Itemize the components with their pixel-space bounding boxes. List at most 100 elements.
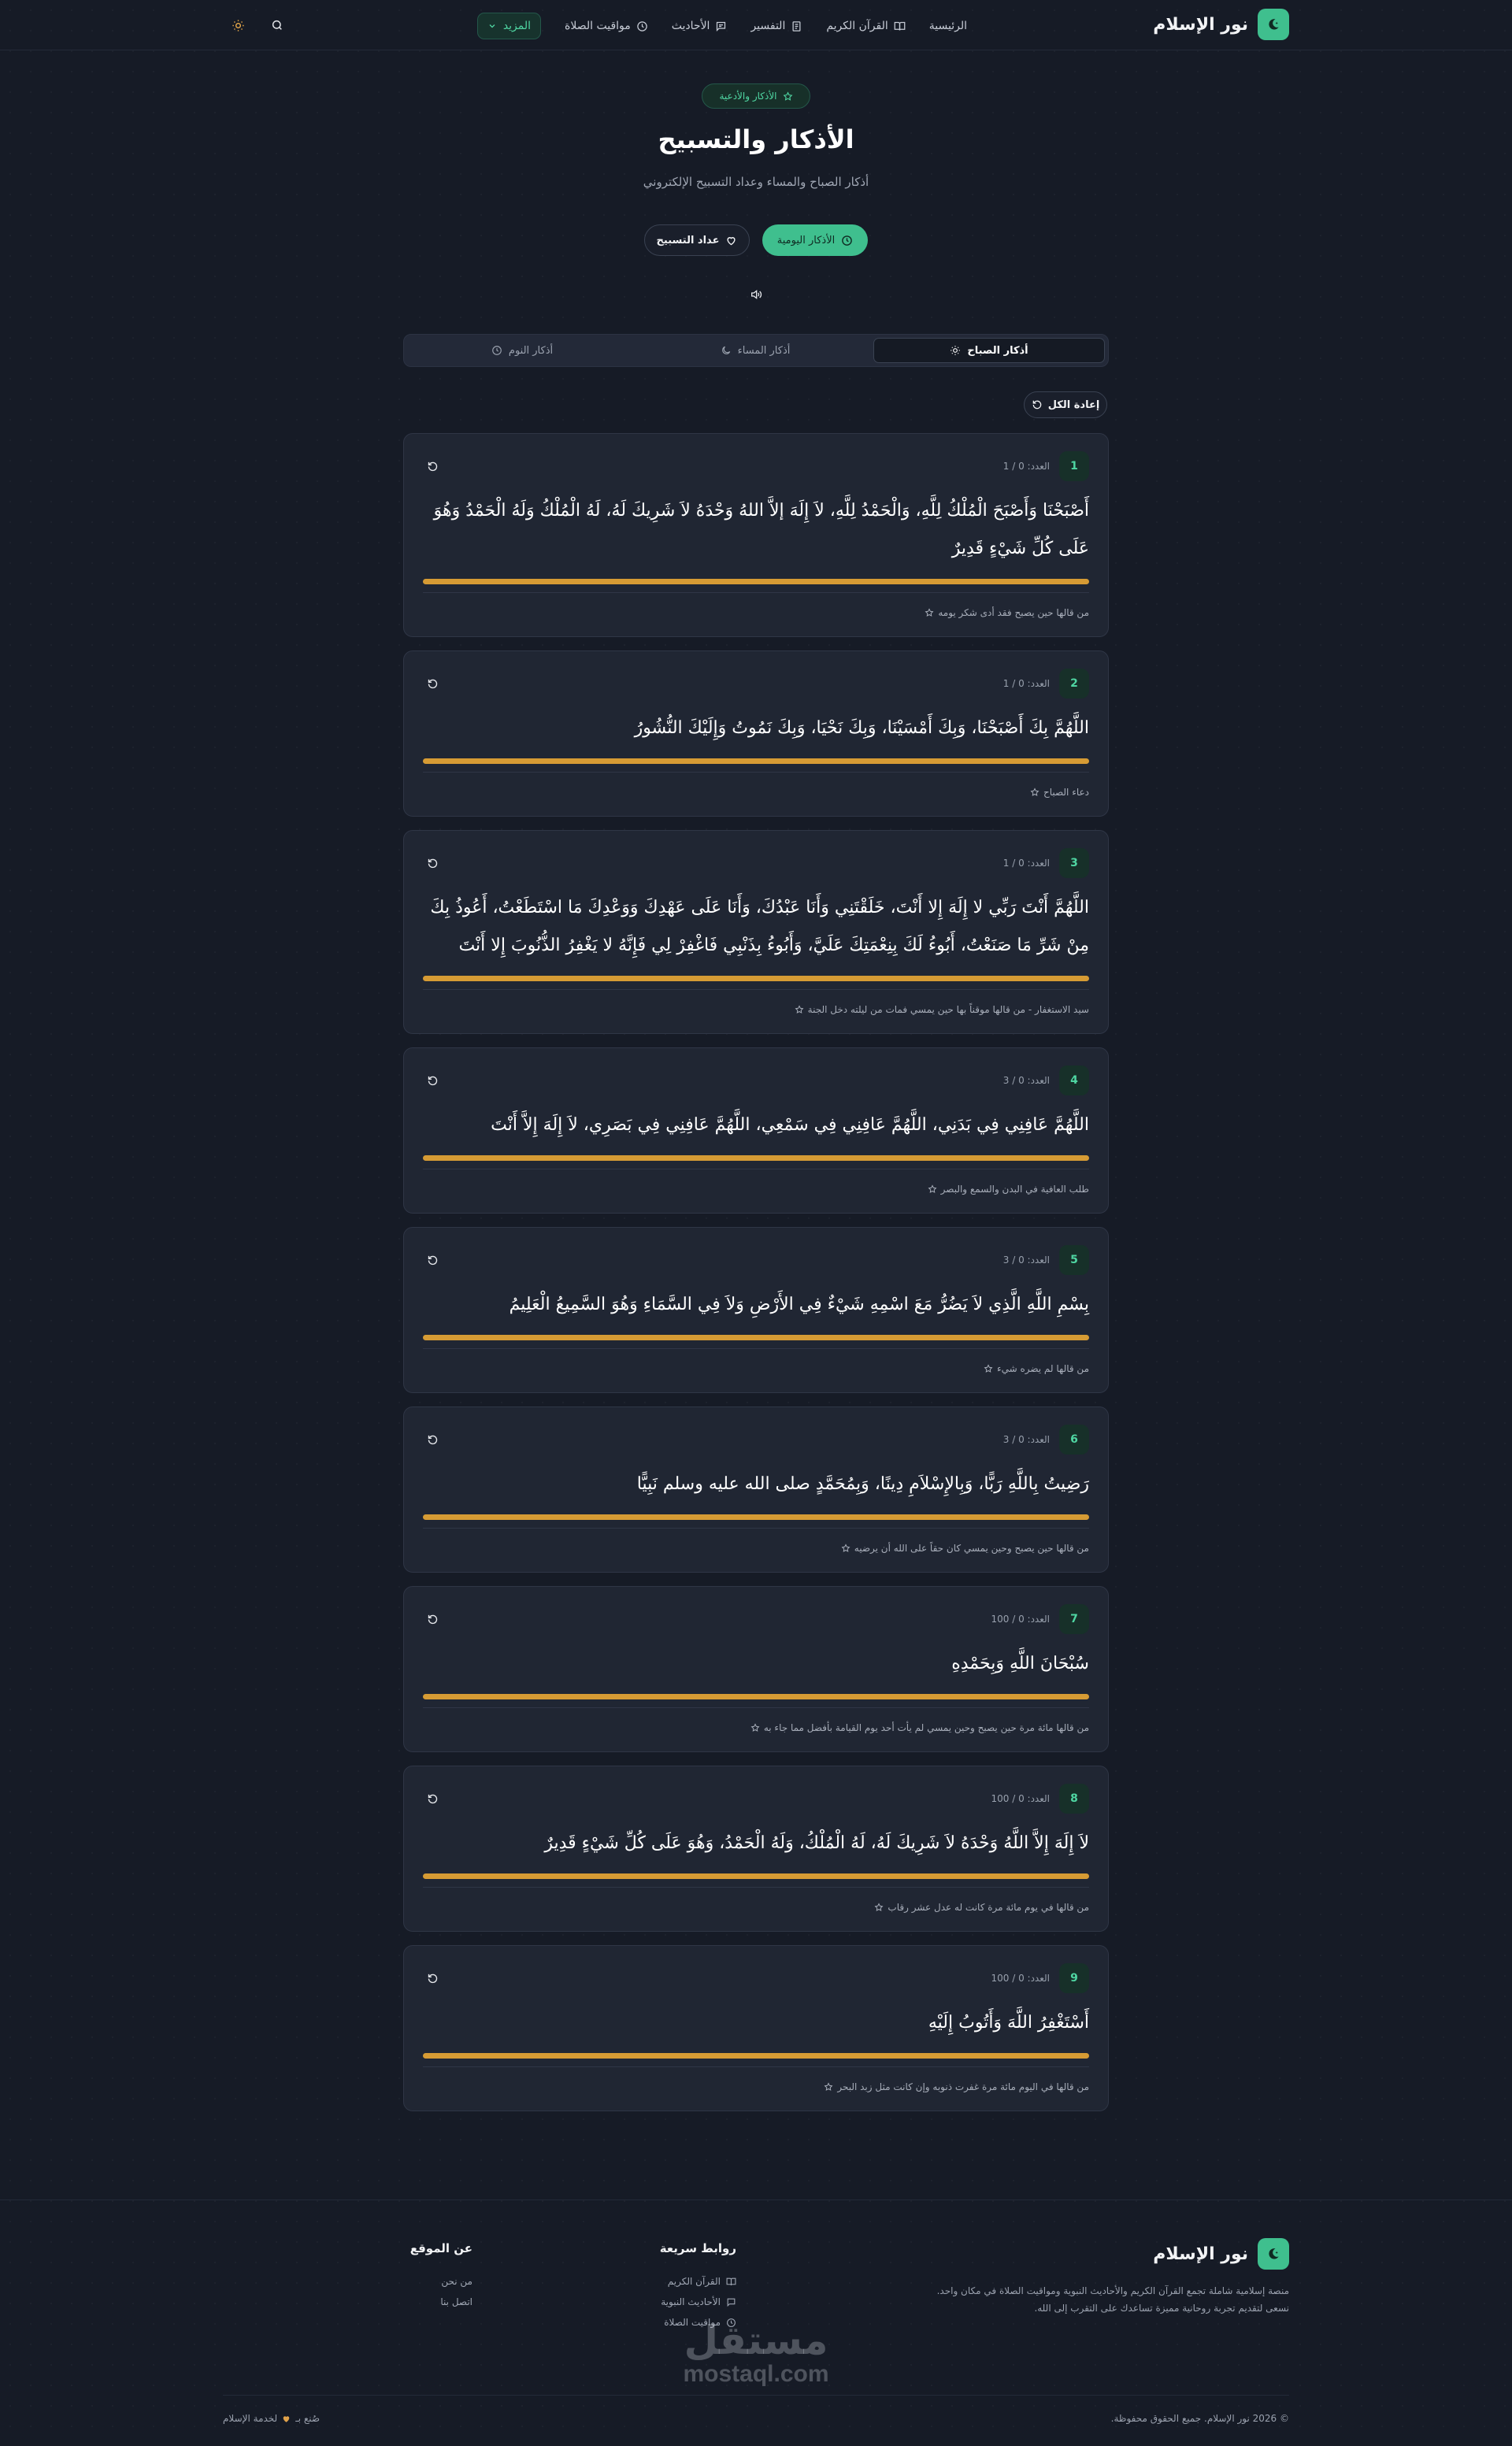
virtue-text: من قالها في يوم مائة مرة كانت له عدل عشر…: [888, 1901, 1089, 1913]
star-icon: [984, 1363, 993, 1373]
tab-evening[interactable]: أذكار المساء: [640, 338, 870, 363]
tab-sleep[interactable]: أذكار النوم: [407, 338, 637, 363]
heart-icon: [725, 235, 737, 246]
dhikr-count: العدد: 0 / 1: [1003, 461, 1050, 472]
dhikr-progress-bar: [423, 1694, 1089, 1699]
virtue-text: من قالها لم يضره شيء: [996, 1362, 1089, 1374]
made-with-text: صُنع بـ لخدمة الإسلام: [223, 2413, 320, 2424]
dhikr-card[interactable]: 8 العدد: 0 / 100 لاَ إِلَهَ إِلاَّ اللَّهُ…: [403, 1766, 1109, 1932]
dhikr-count: العدد: 0 / 100: [991, 1793, 1050, 1804]
dhikr-card[interactable]: 1 العدد: 0 / 1 أَصْبَحْنَا وَأَصْبَحَ الْم…: [403, 433, 1109, 637]
nav-prayer-times[interactable]: مواقيت الصلاة: [565, 13, 648, 39]
footer-link-about[interactable]: من نحن: [410, 2271, 472, 2292]
sound-toggle-icon[interactable]: [747, 285, 765, 304]
nav-home[interactable]: الرئيسية: [929, 13, 967, 39]
footer-brand[interactable]: نور الإسلام: [1153, 2238, 1289, 2270]
adhkar-list: 1 العدد: 0 / 1 أَصْبَحْنَا وَأَصْبَحَ الْم…: [403, 433, 1109, 2111]
sun-icon: [950, 345, 961, 356]
footer-link-hadith-label: الأحاديث النبوية: [661, 2296, 721, 2307]
dhikr-text: اللَّهُمَّ بِكَ أَصْبَحْنَا، وَبِكَ أَمْ…: [634, 718, 1089, 738]
dhikr-number-badge: 2: [1059, 669, 1089, 699]
nav-quran[interactable]: القرآن الكريم: [826, 13, 906, 39]
star-icon: [841, 1543, 850, 1553]
dhikr-card[interactable]: 9 العدد: 0 / 100 أَسْتَغْفِرُ اللَّهَ وَأَ…: [403, 1945, 1109, 2111]
reset-count-icon[interactable]: [423, 1610, 442, 1629]
reset-count-icon[interactable]: [423, 1430, 442, 1449]
dhikr-card[interactable]: 4 العدد: 0 / 3 اللَّهُمَّ عَافِنِي فِي بَد…: [403, 1047, 1109, 1214]
dhikr-card[interactable]: 3 العدد: 0 / 1 اللَّهُمَّ أَنْتَ رَبِّي لا…: [403, 830, 1109, 1034]
footer-bottom-bar: © 2026 نور الإسلام. جميع الحقوق محفوظة. …: [223, 2395, 1289, 2424]
nav-tafsir[interactable]: التفسير: [750, 13, 802, 39]
reset-count-icon[interactable]: [423, 1969, 442, 1988]
dhikr-virtue: دعاء الصباح: [423, 772, 1089, 800]
section-badge-label: الأذكار والأدعية: [719, 91, 777, 102]
nav-tafsir-label: التفسير: [750, 20, 786, 32]
dhikr-count: العدد: 0 / 3: [1003, 1075, 1050, 1086]
count-value: 0 / 1: [1002, 678, 1025, 689]
tab-sleep-label: أذكار النوم: [508, 344, 554, 357]
count-value: 0 / 1: [1002, 858, 1025, 869]
virtue-text: من قالها في اليوم مائة مرة غفرت ذنوبه وإ…: [837, 2081, 1089, 2092]
nav-more-dropdown[interactable]: المزيد: [476, 13, 542, 39]
reset-all-button[interactable]: إعادة الكل: [1024, 391, 1107, 418]
daily-adhkar-button[interactable]: الأذكار اليومية: [762, 224, 868, 256]
dhikr-meta: 6 العدد: 0 / 3: [1003, 1425, 1089, 1455]
star-icon: [750, 1722, 760, 1733]
nav-home-label: الرئيسية: [928, 20, 967, 32]
reset-all-label: إعادة الكل: [1047, 398, 1100, 411]
dhikr-card[interactable]: 2 العدد: 0 / 1 اللَّهُمَّ بِكَ أَصْبَحْنَا…: [403, 650, 1109, 817]
message-icon: [715, 20, 727, 32]
footer-link-quran[interactable]: القرآن الكريم: [660, 2271, 736, 2292]
dhikr-number-badge: 1: [1059, 451, 1089, 481]
nav-more-label: المزيد: [502, 20, 532, 32]
dhikr-text: رَضِيتُ بِاللَّهِ رَبًّا، وَبِالإِسْلاَم…: [636, 1474, 1089, 1494]
sun-theme-toggle-icon[interactable]: [228, 16, 247, 35]
search-icon[interactable]: [268, 16, 287, 35]
page-title: الأذكار والتسبيح: [658, 124, 854, 154]
dhikr-progress-bar: [423, 1335, 1089, 1340]
dhikr-card-header: 9 العدد: 0 / 100: [423, 1963, 1089, 1993]
moon-icon: [721, 345, 732, 356]
count-prefix: العدد:: [1027, 1793, 1050, 1804]
dhikr-number-badge: 6: [1059, 1425, 1089, 1455]
count-prefix: العدد:: [1027, 1614, 1050, 1625]
footer-link-contact-label: اتصل بنا: [440, 2296, 472, 2307]
count-value: 0 / 100: [991, 1973, 1025, 1984]
tasbih-counter-button[interactable]: عداد التسبيح: [644, 224, 750, 256]
brand[interactable]: نور الإسلام: [1153, 9, 1289, 40]
dhikr-card-header: 4 العدد: 0 / 3: [423, 1065, 1089, 1095]
brand-name: نور الإسلام: [1153, 14, 1248, 35]
reset-count-icon[interactable]: [423, 1071, 442, 1090]
dhikr-card[interactable]: 7 العدد: 0 / 100 سُبْحَانَ اللَّهِ وَبِحَم…: [403, 1586, 1109, 1752]
nav-hadith[interactable]: الأحاديث: [672, 13, 728, 39]
count-prefix: العدد:: [1027, 461, 1050, 472]
tab-morning[interactable]: أذكار الصباح: [873, 338, 1105, 363]
virtue-text: طلب العافية في البدن والسمع والبصر: [940, 1183, 1089, 1195]
reset-count-icon[interactable]: [423, 674, 442, 693]
reset-count-icon[interactable]: [423, 457, 442, 476]
reset-count-icon[interactable]: [423, 1789, 442, 1808]
about-title: عن الموقع: [410, 2241, 472, 2255]
reset-count-icon[interactable]: [423, 1251, 442, 1269]
footer-link-contact[interactable]: اتصل بنا: [410, 2292, 472, 2312]
chevron-down-icon: [487, 21, 497, 31]
quick-links-title: روابط سريعة: [659, 2241, 736, 2255]
clock-icon: [841, 235, 853, 246]
footer-link-hadith[interactable]: الأحاديث النبوية: [660, 2292, 736, 2312]
dhikr-text: أَصْبَحْنَا وَأَصْبَحَ الْمُلْكُ لِلَّهِ…: [433, 501, 1089, 558]
dhikr-card[interactable]: 6 العدد: 0 / 3 رَضِيتُ بِاللَّهِ رَبًّا، و…: [403, 1406, 1109, 1573]
count-value: 0 / 3: [1002, 1434, 1025, 1445]
reset-count-icon[interactable]: [423, 854, 442, 873]
dhikr-count: العدد: 0 / 100: [991, 1614, 1050, 1625]
dhikr-card-header: 8 العدد: 0 / 100: [423, 1784, 1089, 1814]
count-prefix: العدد:: [1027, 1255, 1050, 1266]
dhikr-number-badge: 9: [1059, 1963, 1089, 1993]
dhikr-number-badge: 3: [1059, 848, 1089, 878]
dhikr-virtue: من قالها في يوم مائة مرة كانت له عدل عشر…: [423, 1887, 1089, 1915]
virtue-text: دعاء الصباح: [1043, 786, 1089, 798]
nav-prayer-label: مواقيت الصلاة: [565, 20, 631, 32]
dhikr-card[interactable]: 5 العدد: 0 / 3 بِسْمِ اللَّهِ الَّذِي لاَ …: [403, 1227, 1109, 1393]
dhikr-virtue: من قالها مائة مرة حين يصبح وحين يمسي لم …: [423, 1707, 1089, 1736]
count-prefix: العدد:: [1027, 678, 1050, 689]
nav-quran-label: القرآن الكريم: [826, 20, 888, 32]
